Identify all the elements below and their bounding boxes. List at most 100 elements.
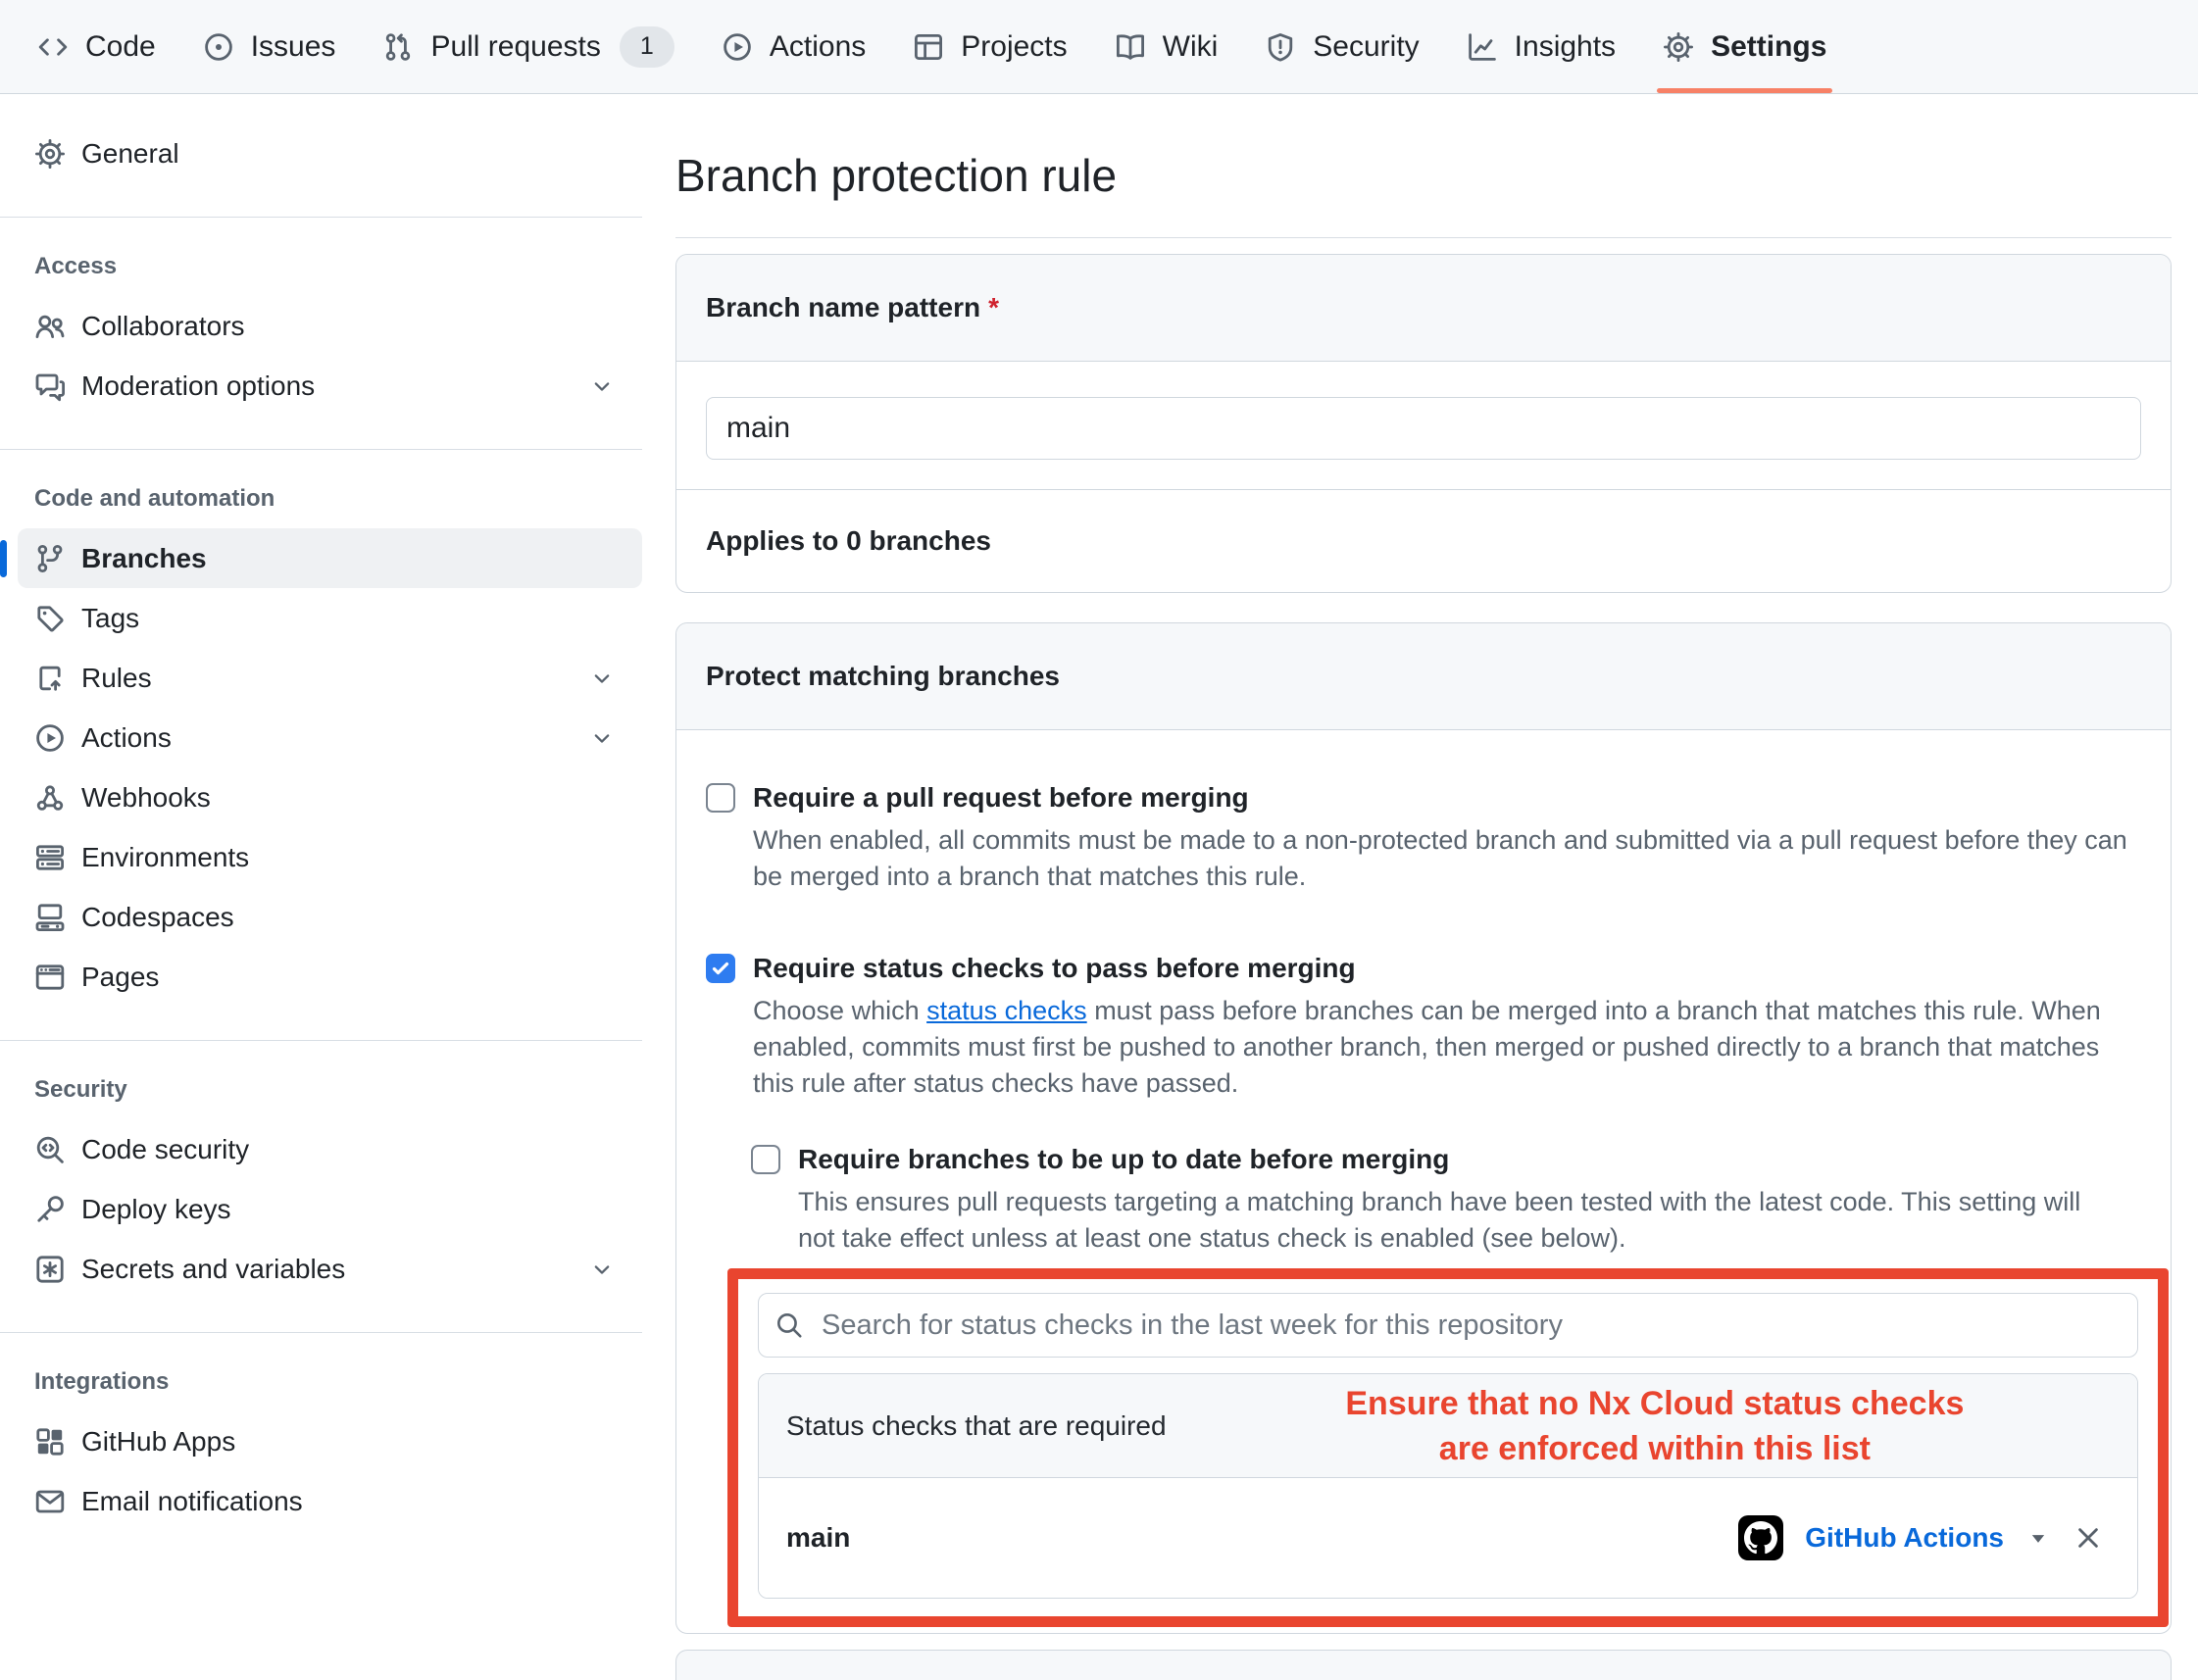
sidebar-item-actions[interactable]: Actions xyxy=(18,708,642,767)
sidebar-item-codespaces[interactable]: Codespaces xyxy=(18,887,642,947)
sidebar-item-branches[interactable]: Branches xyxy=(18,528,642,588)
sidebar-item-label: Codespaces xyxy=(81,902,234,933)
mail-icon xyxy=(34,1486,66,1517)
sidebar-item-general[interactable]: General xyxy=(18,124,642,183)
play-icon xyxy=(722,31,753,63)
page-title: Branch protection rule xyxy=(675,149,2172,202)
sidebar-divider xyxy=(0,217,642,218)
applies-to-branches-text: Applies to 0 branches xyxy=(676,489,2171,592)
play-icon xyxy=(34,722,66,754)
sidebar-item-label: Moderation options xyxy=(81,371,315,402)
tab-actions[interactable]: Actions xyxy=(698,0,889,93)
sidebar-item-label: Webhooks xyxy=(81,782,211,814)
apps-grid-icon xyxy=(34,1426,66,1458)
protect-matching-branches-card: Protect matching branches Require a pull… xyxy=(675,622,2172,1634)
webhook-icon xyxy=(34,782,66,814)
sidebar-divider xyxy=(0,449,642,450)
require-up-to-date-label: Require branches to be up to date before… xyxy=(798,1141,2122,1178)
sidebar-item-tags[interactable]: Tags xyxy=(18,588,642,648)
status-check-source-link[interactable]: GitHub Actions xyxy=(1805,1522,2004,1554)
sidebar-item-email-notifications[interactable]: Email notifications xyxy=(18,1471,642,1531)
status-checks-search-box xyxy=(758,1293,2138,1358)
sidebar-item-label: Pages xyxy=(81,962,159,993)
tab-label: Issues xyxy=(251,30,336,64)
tab-projects[interactable]: Projects xyxy=(889,0,1090,93)
repo-tab-bar: Code Issues Pull requests 1 Actions Proj… xyxy=(0,0,2198,94)
tab-label: Code xyxy=(85,30,156,64)
server-icon xyxy=(34,842,66,873)
asterisk-box-icon xyxy=(34,1254,66,1285)
require-pull-request-checkbox[interactable] xyxy=(706,783,735,813)
table-icon xyxy=(913,31,944,63)
branch-name-pattern-header: Branch name pattern* xyxy=(676,255,2171,362)
caret-down-icon[interactable] xyxy=(2025,1525,2051,1551)
active-tab-underline xyxy=(1657,88,1832,93)
tab-pull-requests[interactable]: Pull requests 1 xyxy=(359,0,697,93)
tab-issues[interactable]: Issues xyxy=(179,0,360,93)
annotation-line-2: are enforced within this list xyxy=(1214,1426,2096,1471)
sidebar-item-deploy-keys[interactable]: Deploy keys xyxy=(18,1179,642,1239)
comment-discussion-icon xyxy=(34,371,66,402)
codespaces-icon xyxy=(34,902,66,933)
require-status-checks-checkbox[interactable] xyxy=(706,954,735,983)
branch-name-pattern-label: Branch name pattern xyxy=(706,292,980,322)
required-status-checks-table: Status checks that are required Ensure t… xyxy=(758,1373,2138,1599)
sidebar-item-github-apps[interactable]: GitHub Apps xyxy=(18,1411,642,1471)
require-up-to-date-description: This ensures pull requests targeting a m… xyxy=(798,1184,2122,1257)
sidebar-item-collaborators[interactable]: Collaborators xyxy=(18,296,642,356)
book-icon xyxy=(1115,31,1146,63)
require-up-to-date-checkbox[interactable] xyxy=(751,1145,780,1174)
tab-label: Pull requests xyxy=(430,30,600,64)
protect-matching-branches-body: Require a pull request before merging Wh… xyxy=(676,730,2171,1633)
sidebar-item-secrets-and-variables[interactable]: Secrets and variables xyxy=(18,1239,642,1299)
tab-wiki[interactable]: Wiki xyxy=(1091,0,1242,93)
sidebar-item-webhooks[interactable]: Webhooks xyxy=(18,767,642,827)
annotation-text: Ensure that no Nx Cloud status checks ar… xyxy=(1214,1381,2096,1471)
next-section-partial-card xyxy=(675,1650,2172,1680)
sidebar-item-label: Code security xyxy=(81,1134,249,1165)
sidebar-item-code-security[interactable]: Code security xyxy=(18,1119,642,1179)
sidebar-item-label: Actions xyxy=(81,722,172,754)
branch-protection-main: Branch protection rule Branch name patte… xyxy=(675,94,2172,1680)
tag-icon xyxy=(34,603,66,634)
sidebar-item-moderation-options[interactable]: Moderation options xyxy=(18,356,642,416)
status-checks-search-input[interactable] xyxy=(820,1309,2122,1343)
sidebar-item-label: General xyxy=(81,138,179,170)
github-mark-icon xyxy=(1738,1515,1783,1560)
require-pull-request-row: Require a pull request before merging Wh… xyxy=(706,754,2141,895)
annotation-line-1: Ensure that no Nx Cloud status checks xyxy=(1214,1381,2096,1426)
pull-requests-count-badge: 1 xyxy=(620,26,674,68)
sidebar-item-label: GitHub Apps xyxy=(81,1426,235,1458)
tab-label: Projects xyxy=(961,30,1067,64)
sidebar-item-label: Environments xyxy=(81,842,249,873)
sidebar-item-label: Branches xyxy=(81,543,207,574)
people-icon xyxy=(34,311,66,342)
tab-label: Settings xyxy=(1711,30,1826,64)
issue-opened-icon xyxy=(203,31,234,63)
tab-settings[interactable]: Settings xyxy=(1639,0,1850,93)
status-check-row: main GitHub Actions xyxy=(759,1478,2137,1598)
protect-matching-branches-header: Protect matching branches xyxy=(676,623,2171,730)
branch-name-pattern-body xyxy=(676,362,2171,489)
sidebar-divider xyxy=(0,1332,642,1333)
sidebar-item-label: Collaborators xyxy=(81,311,245,342)
browser-icon xyxy=(34,962,66,993)
tab-insights[interactable]: Insights xyxy=(1443,0,1639,93)
sidebar-item-rules[interactable]: Rules xyxy=(18,648,642,708)
sidebar-item-pages[interactable]: Pages xyxy=(18,947,642,1007)
chevron-down-icon xyxy=(589,1257,615,1282)
chevron-down-icon xyxy=(589,666,615,691)
git-branch-icon xyxy=(34,543,66,574)
sidebar-item-environments[interactable]: Environments xyxy=(18,827,642,887)
key-icon xyxy=(34,1194,66,1225)
require-pull-request-label: Require a pull request before merging xyxy=(753,779,2141,816)
remove-status-check-icon[interactable] xyxy=(2073,1522,2104,1554)
branch-name-pattern-input[interactable] xyxy=(706,397,2141,460)
status-checks-link[interactable]: status checks xyxy=(926,996,1087,1025)
chevron-down-icon xyxy=(589,373,615,399)
check-icon xyxy=(709,957,732,980)
tab-code[interactable]: Code xyxy=(14,0,179,93)
tab-security[interactable]: Security xyxy=(1241,0,1442,93)
graph-icon xyxy=(1467,31,1498,63)
codescan-icon xyxy=(34,1134,66,1165)
